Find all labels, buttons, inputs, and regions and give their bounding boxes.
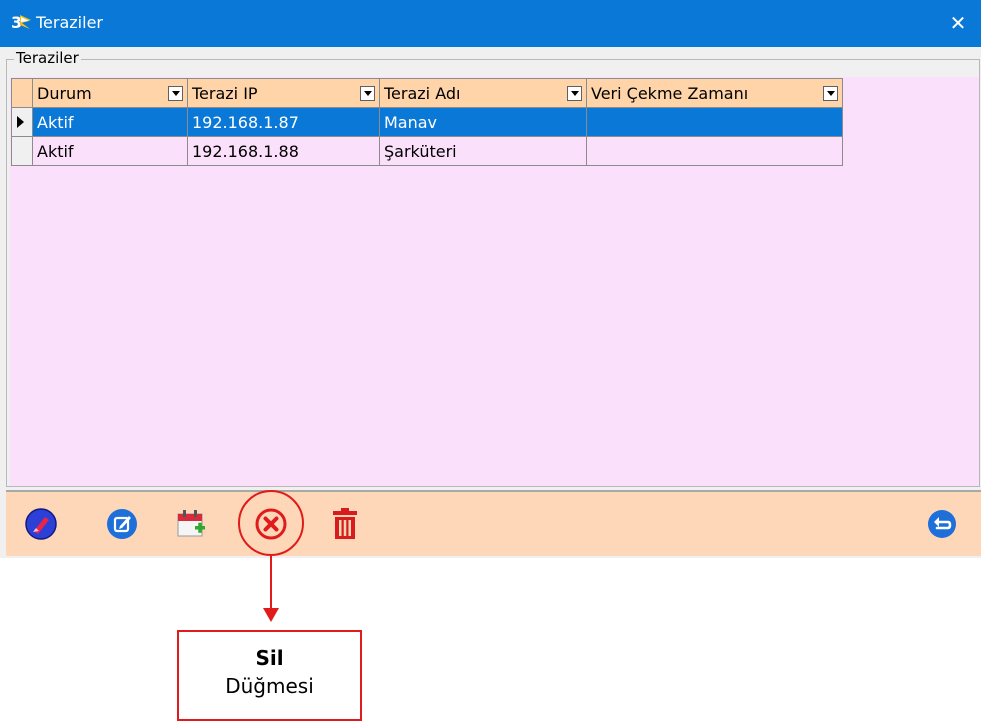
add-calendar-icon <box>177 510 205 537</box>
column-label: Terazi IP <box>192 83 258 103</box>
teraziler-window: 3 Teraziler ✕ Teraziler Durum Terazi IP … <box>0 0 981 558</box>
cell-terazi-adi[interactable]: Manav <box>379 107 587 137</box>
edit-button[interactable] <box>104 506 140 542</box>
grid-header-row: Durum Terazi IP Terazi Adı Veri Çekme Za… <box>11 78 843 108</box>
edit-icon <box>107 509 137 539</box>
column-label: Durum <box>37 83 92 103</box>
filter-dropdown-icon[interactable] <box>360 85 375 101</box>
close-button[interactable]: ✕ <box>935 0 981 47</box>
app-logo-icon: 3 <box>10 11 32 33</box>
column-header-terazi-adi[interactable]: Terazi Adı <box>379 78 587 108</box>
column-label: Terazi Adı <box>384 83 461 103</box>
row-indicator-header <box>11 78 33 108</box>
cell-terazi-adi[interactable]: Şarküteri <box>379 136 587 166</box>
table-row[interactable]: Aktif 192.168.1.88 Şarküteri <box>11 136 843 166</box>
cell-terazi-ip[interactable]: 192.168.1.87 <box>187 107 380 137</box>
arrow-down-icon <box>263 608 279 622</box>
filter-dropdown-icon[interactable] <box>823 85 838 101</box>
trash-button[interactable] <box>327 506 363 542</box>
window-title: Teraziler <box>36 13 103 32</box>
row-indicator[interactable] <box>11 136 33 166</box>
highlight-circle <box>238 490 304 556</box>
title-bar[interactable]: 3 Teraziler ✕ <box>0 0 981 47</box>
bottom-toolbar <box>6 490 981 556</box>
column-header-terazi-ip[interactable]: Terazi IP <box>187 78 380 108</box>
groupbox-label: Teraziler <box>14 49 81 67</box>
cell-veri-cekme-zamani[interactable] <box>586 136 843 166</box>
callout-subtitle: Düğmesi <box>225 674 314 698</box>
trash-icon <box>333 508 357 539</box>
return-icon <box>928 510 956 538</box>
callout-line <box>270 556 272 612</box>
column-label: Veri Çekme Zamanı <box>591 83 749 103</box>
return-button[interactable] <box>924 506 960 542</box>
filter-dropdown-icon[interactable] <box>168 85 183 101</box>
current-row-arrow-icon <box>17 116 24 128</box>
add-button[interactable] <box>173 506 209 542</box>
cell-veri-cekme-zamani[interactable] <box>586 107 843 137</box>
callout-box: Sil Düğmesi <box>177 630 362 721</box>
cell-durum[interactable]: Aktif <box>32 107 188 137</box>
filter-dropdown-icon[interactable] <box>567 85 582 101</box>
clean-icon <box>25 508 57 540</box>
callout-title: Sil <box>255 646 284 670</box>
column-header-durum[interactable]: Durum <box>32 78 188 108</box>
cell-terazi-ip[interactable]: 192.168.1.88 <box>187 136 380 166</box>
table-row[interactable]: Aktif 192.168.1.87 Manav <box>11 107 843 137</box>
column-header-veri-cekme-zamani[interactable]: Veri Çekme Zamanı <box>586 78 843 108</box>
cell-durum[interactable]: Aktif <box>32 136 188 166</box>
row-indicator[interactable] <box>11 107 33 137</box>
clean-button[interactable] <box>23 506 59 542</box>
teraziler-grid[interactable]: Durum Terazi IP Terazi Adı Veri Çekme Za… <box>11 78 843 166</box>
